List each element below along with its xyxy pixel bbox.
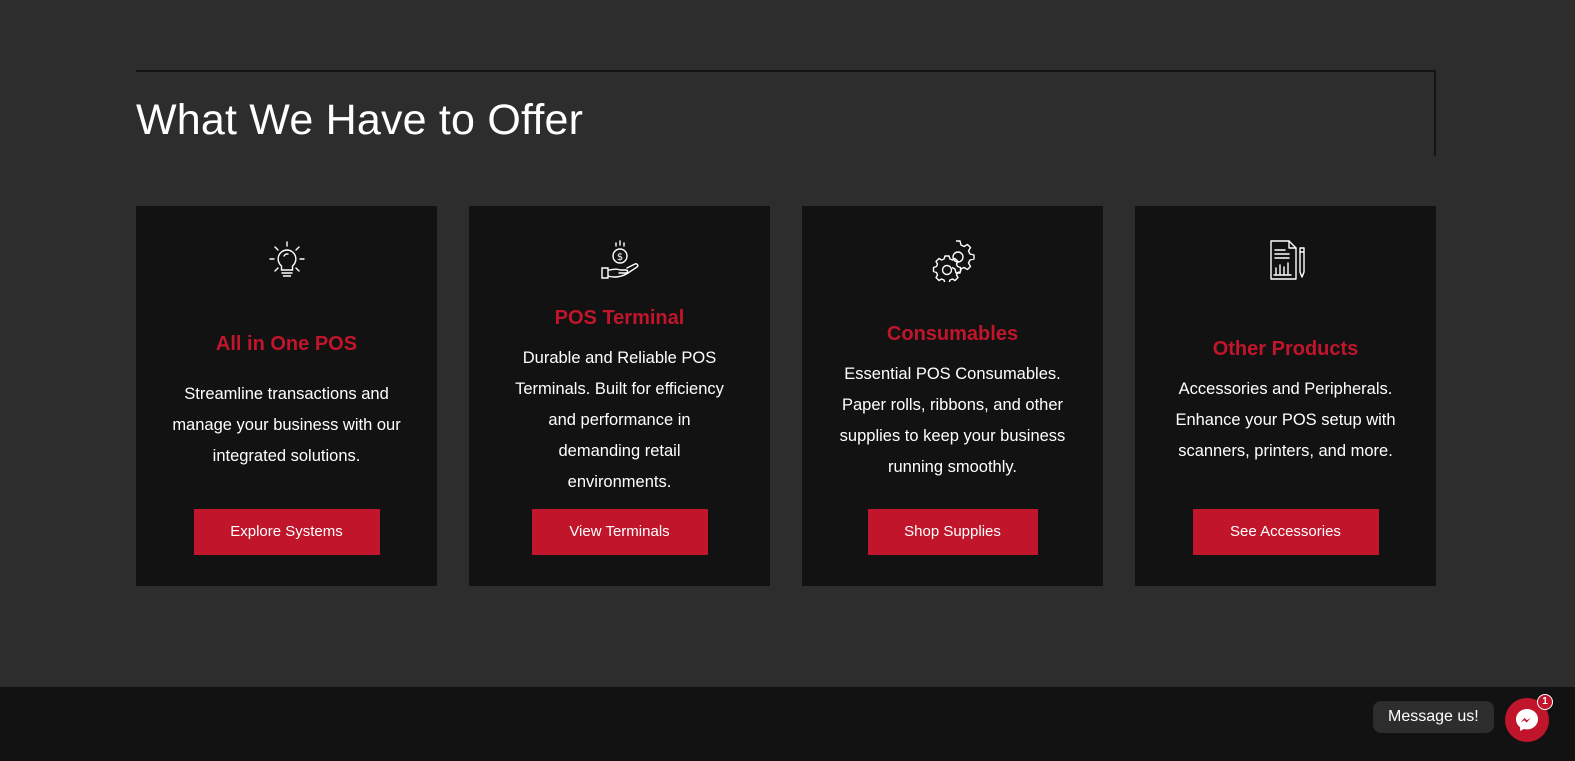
card-title: POS Terminal — [554, 307, 685, 329]
section-heading: What We Have to Offer — [136, 96, 584, 144]
offer-section: What We Have to Offer All in One POS Str… — [0, 0, 1575, 687]
card-title: Consumables — [886, 323, 1019, 345]
description-line: Accessories and Peripherals. — [1178, 380, 1393, 398]
card-other-products: Other Products Accessories and Periphera… — [1135, 206, 1436, 586]
svg-text:$: $ — [616, 252, 622, 263]
description-line: Essential POS Consumables. — [844, 365, 1061, 383]
money-hand-icon: $ — [598, 238, 642, 282]
description-line: Paper rolls, ribbons, and other — [841, 396, 1064, 414]
card-description: Streamline transactions and manage your … — [158, 379, 415, 472]
lightbulb-icon — [265, 238, 309, 282]
card-all-in-one-pos: All in One POS Streamline transactions a… — [136, 206, 437, 586]
description-line: environments. — [567, 473, 672, 491]
gears-icon — [931, 238, 975, 282]
description-line: Enhance your POS setup with — [1175, 411, 1396, 429]
shop-supplies-button[interactable]: Shop Supplies — [867, 509, 1038, 555]
card-description: Durable and Reliable POS Terminals. Buil… — [491, 343, 748, 498]
description-line: Streamline transactions and — [184, 385, 389, 403]
see-accessories-button[interactable]: See Accessories — [1192, 509, 1379, 555]
card-consumables: Consumables Essential POS Consumables. P… — [802, 206, 1103, 586]
description-line: Terminals. Built for efficiency — [515, 380, 724, 398]
description-line: Durable and Reliable POS — [522, 349, 717, 367]
footer — [0, 687, 1575, 761]
card-title: Other Products — [1212, 338, 1359, 360]
description-line: scanners, printers, and more. — [1178, 442, 1393, 460]
card-pos-terminal: $ POS Terminal Durable and Reliable POS … — [469, 206, 770, 586]
card-title: All in One POS — [215, 333, 358, 355]
card-description: Essential POS Consumables. Paper rolls, … — [824, 359, 1081, 483]
description-line: manage your business with our — [172, 416, 401, 434]
description-line: supplies to keep your business — [839, 427, 1066, 445]
notification-badge: 1 — [1537, 694, 1553, 710]
description-line: demanding retail — [558, 442, 681, 460]
messenger-icon — [1516, 709, 1538, 731]
description-line: running smoothly. — [887, 458, 1017, 476]
explore-systems-button[interactable]: Explore Systems — [193, 509, 380, 555]
card-description: Accessories and Peripherals. Enhance you… — [1157, 374, 1414, 467]
description-line: and performance in — [548, 411, 691, 429]
report-document-icon — [1264, 238, 1308, 282]
description-line: integrated solutions. — [212, 447, 361, 465]
view-terminals-button[interactable]: View Terminals — [531, 509, 708, 555]
message-us-label[interactable]: Message us! — [1373, 701, 1494, 733]
